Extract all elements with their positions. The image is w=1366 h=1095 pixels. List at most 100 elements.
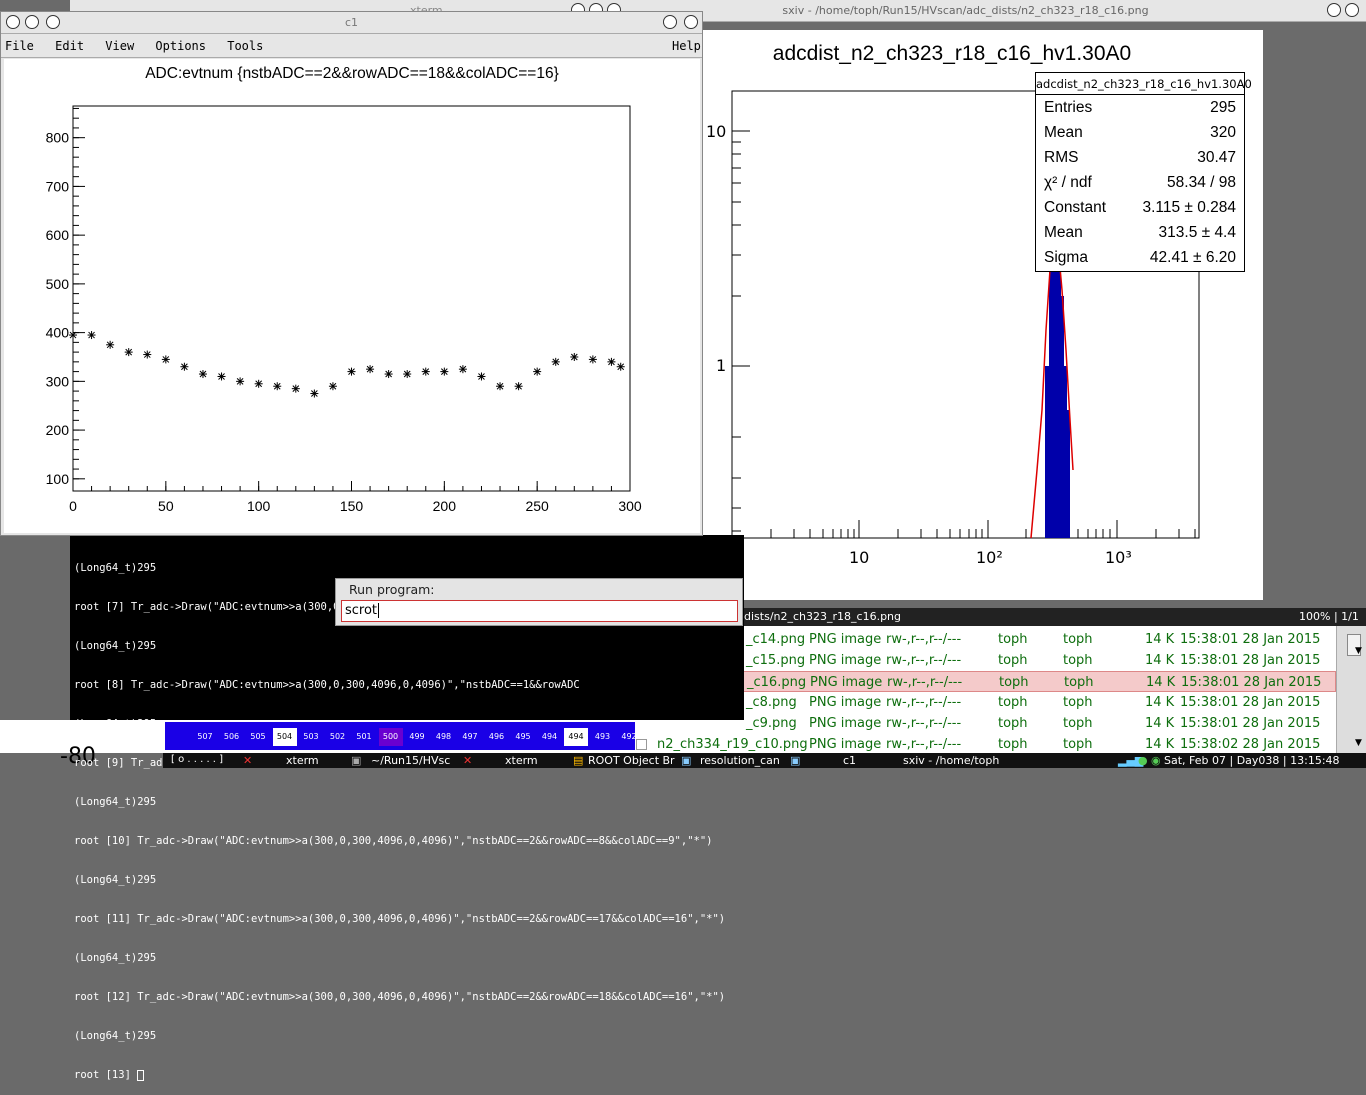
c1-window-title: c1: [344, 16, 359, 29]
stat-label: χ² / ndf: [1044, 173, 1092, 191]
run-program-input[interactable]: scrot: [341, 600, 738, 622]
data-point: [310, 389, 319, 398]
file-date: 15:38:01 28 Jan 2015: [1180, 653, 1321, 668]
file-name: _c9.png: [746, 716, 797, 731]
stats-box: adcdist_n2_ch323_r18_c16_hv1.30A0 Entrie…: [1035, 72, 1252, 272]
menu-help[interactable]: Help: [672, 39, 701, 53]
file-size: 14 K: [1145, 716, 1175, 731]
file-name: _c8.png: [746, 695, 797, 710]
stat-value: 3.115 ± 0.284: [1142, 198, 1236, 216]
taskbar-item[interactable]: ~/Run15/HVsc: [371, 754, 450, 767]
file-row[interactable]: n2_ch334_r19_c10.png PNG image rw-,r--,r…: [636, 734, 1336, 755]
menu-file[interactable]: File: [5, 39, 34, 53]
taskbar-item[interactable]: xterm: [505, 754, 538, 767]
workspace-indicator[interactable]: [ o . . . . . ]: [171, 754, 223, 765]
maximize-icon[interactable]: [25, 15, 39, 29]
stat-label: Mean: [1044, 223, 1083, 241]
taskbar-item[interactable]: sxiv - /home/toph: [903, 754, 999, 767]
file-date: 15:38:01 28 Jan 2015: [1180, 632, 1321, 647]
run-program-label: Run program:: [349, 582, 435, 597]
chevron-down-icon[interactable]: ▼: [1355, 646, 1362, 656]
file-name: _c15.png: [746, 653, 806, 668]
file-size: 14 K: [1145, 695, 1175, 710]
data-point: [588, 355, 597, 364]
file-group: toph: [1063, 632, 1093, 647]
file-owner: toph: [998, 737, 1028, 752]
stat-value: 42.41 ± 6.20: [1149, 248, 1236, 266]
file-group: toph: [1063, 737, 1093, 752]
file-date: 15:38:01 28 Jan 2015: [1181, 675, 1322, 690]
taskbar-item[interactable]: ROOT Object Br: [588, 754, 675, 767]
data-point: [161, 355, 170, 364]
battery-icon: ●: [1138, 754, 1148, 767]
close-icon[interactable]: [1345, 3, 1359, 17]
file-size: 14 K: [1145, 737, 1175, 752]
x-tick-label: 200: [433, 498, 457, 514]
data-point: [106, 340, 115, 349]
stat-label: Constant: [1044, 198, 1107, 216]
maximize-icon[interactable]: [663, 15, 677, 29]
data-point: [533, 367, 542, 376]
file-date: 15:38:02 28 Jan 2015: [1180, 737, 1321, 752]
terminal-line: (Long64_t)295: [74, 796, 157, 808]
file-owner: toph: [998, 716, 1028, 731]
chevron-down-icon[interactable]: ▼: [1355, 738, 1362, 748]
terminal-line: root [8] Tr_adc->Draw("ADC:evtnum>>a(300…: [74, 679, 580, 691]
run-program-input-value: scrot: [345, 603, 378, 618]
file-perms: rw-,r--,r--/---: [887, 675, 963, 690]
taskbar-item[interactable]: c1: [843, 754, 856, 767]
menubar: File Edit View Options Tools Help: [1, 34, 702, 58]
system-clock: Sat, Feb 07 | Day038 | 13:15:48: [1164, 754, 1340, 767]
vertical-scrollbar[interactable]: ▼ ▼: [1336, 626, 1366, 753]
file-group: toph: [1064, 675, 1094, 690]
terminal-line: (Long64_t)295: [74, 562, 157, 574]
status-zoom: 100% | 1/1: [1299, 610, 1359, 623]
data-point: [366, 365, 375, 374]
stat-value: 58.34 / 98: [1167, 173, 1236, 191]
file-group: toph: [1063, 653, 1093, 668]
terminal-line: root [13]: [74, 1069, 740, 1082]
menu-options[interactable]: Options: [155, 39, 206, 53]
terminal-line: root [11] Tr_adc->Draw("ADC:evtnum>>a(30…: [74, 913, 726, 925]
x-tick-label: 10²: [976, 548, 1003, 567]
taskbar-item[interactable]: xterm: [286, 754, 319, 767]
stat-value: 320: [1210, 123, 1236, 141]
menu-view[interactable]: View: [105, 39, 134, 53]
file-type: PNG image: [810, 675, 883, 690]
stat-label: Sigma: [1044, 248, 1088, 266]
x-app-icon: ✕: [463, 754, 473, 767]
minimize-icon[interactable]: [6, 15, 20, 29]
x-tick-label: 0: [69, 498, 77, 514]
file-perms: rw-,r--,r--/---: [886, 653, 962, 668]
file-type: PNG image: [809, 716, 882, 731]
x-tick-label: 150: [340, 498, 364, 514]
root-canvas[interactable]: ADC:evtnum {nstbADC==2&&rowADC==18&&colA…: [4, 59, 700, 533]
terminal[interactable]: (Long64_t)295 root [7] Tr_adc->Draw("ADC…: [70, 535, 744, 1081]
terminal-line: (Long64_t)295: [74, 718, 157, 730]
file-name: _c14.png: [746, 632, 806, 647]
stat-label: Entries: [1044, 98, 1093, 116]
close-icon[interactable]: [46, 15, 60, 29]
plot-frame: [72, 105, 631, 492]
file-group: toph: [1063, 716, 1093, 731]
menu-edit[interactable]: Edit: [55, 39, 84, 53]
close-icon[interactable]: [684, 15, 698, 29]
x-tick-label: 250: [525, 498, 549, 514]
maximize-icon[interactable]: [1327, 3, 1341, 17]
sxiv-statusbar: dists/n2_ch323_r18_c16.png 100% | 1/1: [636, 608, 1366, 626]
data-point: [458, 365, 467, 374]
file-owner: toph: [998, 653, 1028, 668]
terminal-line: (Long64_t)295: [74, 640, 157, 652]
menu-tools[interactable]: Tools: [227, 39, 263, 53]
scatter-plot: 0 50 100 150 200 250 300 100 200 300 400 500 600 700 8…: [46, 105, 642, 514]
file-owner: toph: [998, 695, 1028, 710]
file-date: 15:38:01 28 Jan 2015: [1180, 716, 1321, 731]
file-perms: rw-,r--,r--/---: [886, 737, 962, 752]
terminal-prompt: root [13]: [74, 1069, 138, 1081]
y-tick-label: 100: [46, 471, 70, 487]
data-point: [69, 331, 77, 340]
text-cursor: [378, 603, 380, 618]
y-tick-label: 400: [46, 325, 70, 341]
volume-icon: ◉: [1151, 754, 1161, 767]
taskbar-item[interactable]: resolution_can: [700, 754, 780, 767]
